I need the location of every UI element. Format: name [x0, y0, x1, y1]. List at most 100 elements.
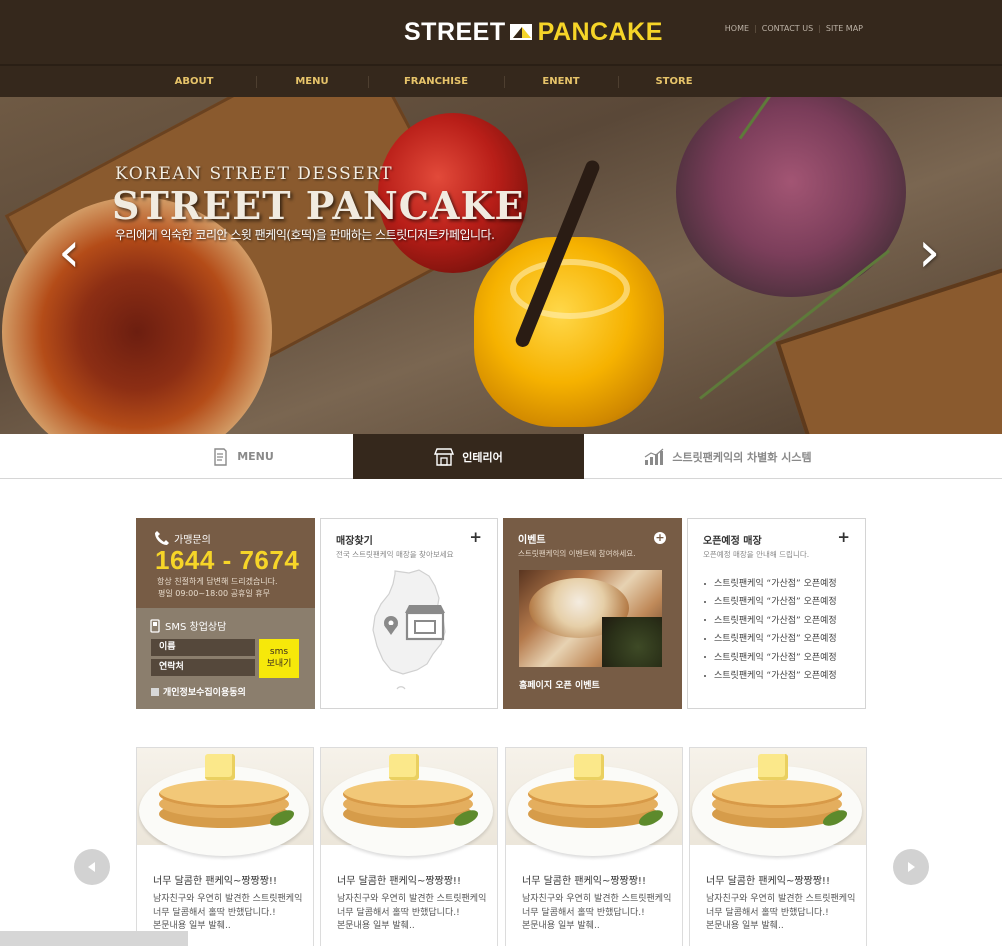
- bullet: [704, 619, 706, 622]
- list-item[interactable]: 스트릿팬케익 “가산점” 오픈예정: [704, 593, 837, 611]
- list-item-text: 스트릿팬케익 “가산점” 오픈예정: [714, 652, 837, 663]
- pancake-shape: [528, 780, 658, 808]
- store-finder-box[interactable]: 매장찾기 + 전국 스트릿팬케익 매장을 찾아보세요: [320, 518, 498, 709]
- sms-send-button[interactable]: sms 보내기: [259, 639, 299, 678]
- phone-hours: 평일 09:00~18:00 공휴일 휴무: [158, 589, 270, 598]
- privacy-checkbox[interactable]: [151, 687, 159, 696]
- hero-prev-arrow-icon[interactable]: ‹: [58, 225, 88, 285]
- bullet: [704, 674, 706, 677]
- review-card[interactable]: 너무 달콤한 팬케익~짱짱짱!! 남자친구와 우연히 발견한 스트릿팬케익 너무…: [689, 747, 867, 946]
- home-link[interactable]: HOME: [720, 24, 754, 33]
- tab-label: 인테리어: [462, 450, 503, 464]
- butter-shape: [574, 754, 604, 780]
- phone-label-text: 가맹문의: [174, 534, 211, 546]
- review-line: 너무 달콤해서 홀딱 반했답니다.!: [153, 907, 276, 918]
- site-map-link[interactable]: SITE MAP: [821, 24, 868, 33]
- hero-slider: KOREAN STREET DESSERT STREET PANCAKE 우리에…: [0, 97, 1002, 434]
- upcoming-title: 오픈예정 매장: [703, 536, 762, 547]
- leaves-shape: [602, 617, 662, 667]
- nav-event[interactable]: ENENT: [504, 66, 618, 97]
- list-item[interactable]: 스트릿팬케익 “가산점” 오픈예정: [704, 612, 837, 630]
- plus-icon[interactable]: +: [654, 532, 666, 544]
- pancake-image: [506, 748, 682, 856]
- sms-send-line1: sms: [269, 647, 289, 657]
- event-box[interactable]: 이벤트 + 스트릿팬케익의 이벤트에 참여하세요. 홈페이지 오픈 이벤트: [503, 518, 682, 709]
- review-title[interactable]: 너무 달콤한 팬케익~짱짱짱!!: [522, 872, 646, 887]
- plus-icon[interactable]: +: [837, 529, 850, 545]
- hero-next-arrow-icon[interactable]: ›: [918, 225, 948, 285]
- nav-franchise[interactable]: FRANCHISE: [368, 66, 504, 97]
- privacy-agree[interactable]: 개인정보수집이용동의: [151, 685, 246, 698]
- bullet: [704, 582, 706, 585]
- tab-label: 스트릿팬케익의 차별화 시스템: [672, 450, 812, 464]
- plus-icon[interactable]: +: [469, 529, 482, 545]
- pancake-image: [321, 748, 497, 856]
- horizontal-scrollbar[interactable]: [0, 931, 188, 946]
- contact-us-link[interactable]: CONTACT US: [757, 24, 818, 33]
- review-line: 남자친구와 우연히 발견한 스트릿팬케익: [706, 894, 856, 904]
- nav-menu[interactable]: MENU: [256, 66, 368, 97]
- logo-word-pancake: PANCAKE: [537, 17, 663, 46]
- logo[interactable]: STREET PANCAKE: [404, 16, 663, 48]
- event-image[interactable]: [519, 570, 662, 667]
- chart-icon: [644, 448, 664, 466]
- phone-note: 항상 친절하게 답변해 드리겠습니다.: [157, 577, 278, 586]
- pancake-image: [137, 748, 313, 856]
- butter-shape: [389, 754, 419, 780]
- review-title[interactable]: 너무 달콤한 팬케익~짱짱짱!!: [153, 872, 277, 887]
- list-item[interactable]: 스트릿팬케익 “가산점” 오픈예정: [704, 630, 837, 648]
- review-title[interactable]: 너무 달콤한 팬케익~짱짱짱!!: [706, 872, 830, 887]
- nav-store[interactable]: STORE: [618, 66, 730, 97]
- review-line: 남자친구와 우연히 발견한 스트릿팬케익: [337, 894, 487, 904]
- phone-icon: [155, 531, 169, 545]
- korea-map-icon: [372, 569, 446, 690]
- contact-field[interactable]: 연락처: [151, 659, 255, 676]
- butter-shape: [758, 754, 788, 780]
- hero-subtitle: KOREAN STREET DESSERT: [115, 164, 394, 184]
- store-finder-subtitle: 전국 스트릿팬케익 매장을 찾아보세요: [336, 550, 454, 559]
- review-card[interactable]: 너무 달콤한 팬케익~짱짱짱!! 남자친구와 우연히 발견한 스트릿팬케익 너무…: [505, 747, 683, 946]
- review-line: 본문내용 일부 발췌..: [522, 921, 600, 931]
- review-line: 본문내용 일부 발췌..: [706, 921, 784, 931]
- pancake-image: [690, 748, 866, 856]
- review-title[interactable]: 너무 달콤한 팬케익~짱짱짱!!: [337, 872, 461, 887]
- phone-label: 가맹문의: [154, 530, 211, 546]
- bullet: [704, 656, 706, 659]
- tab-label: MENU: [237, 450, 274, 463]
- bullet: [704, 600, 706, 603]
- utility-links: HOME | CONTACT US | SITE MAP: [720, 24, 868, 33]
- review-card[interactable]: 너무 달콤한 팬케익~짱짱짱!! 남자친구와 우연히 발견한 스트릿팬케익 너무…: [136, 747, 314, 946]
- nav-about[interactable]: ABOUT: [132, 66, 256, 97]
- list-item[interactable]: 스트릿팬케익 “가산점” 오픈예정: [704, 667, 837, 685]
- list-item-text: 스트릿팬케익 “가산점” 오픈예정: [714, 579, 837, 589]
- arrow-left-icon[interactable]: [74, 849, 110, 885]
- glass-image: [676, 97, 906, 297]
- event-caption[interactable]: 홈페이지 오픈 이벤트: [519, 678, 600, 691]
- upcoming-subtitle: 오픈예정 매장을 안내해 드립니다.: [703, 550, 810, 559]
- store-icon: [434, 447, 455, 466]
- store-finder-title: 매장찾기: [336, 536, 373, 547]
- tab-system[interactable]: 스트릿팬케익의 차별화 시스템: [584, 434, 872, 479]
- list-item[interactable]: 스트릿팬케익 “가산점” 오픈예정: [704, 649, 837, 667]
- pancake-shape: [159, 780, 289, 808]
- menu-book-icon: [211, 447, 229, 466]
- bullet: [704, 637, 706, 640]
- butter-shape: [205, 754, 235, 780]
- phone-area: 가맹문의 1644 - 7674 항상 친절하게 답변해 드리겠습니다. 평일 …: [136, 518, 315, 608]
- tab-menu[interactable]: MENU: [132, 434, 353, 479]
- hero-description: 우리에게 익숙한 코리안 스윗 팬케익(호떡)을 판매하는 스트릿디저트카페입니…: [115, 228, 495, 242]
- list-item-text: 스트릿팬케익 “가산점” 오픈예정: [714, 597, 837, 608]
- tab-interior[interactable]: 인테리어: [353, 434, 584, 479]
- review-card[interactable]: 너무 달콤한 팬케익~짱짱짱!! 남자친구와 우연히 발견한 스트릿팬케익 너무…: [320, 747, 498, 946]
- arrow-right-icon[interactable]: [893, 849, 929, 885]
- name-field[interactable]: 이름: [151, 639, 255, 656]
- list-item-text: 스트릿팬케익 “가산점” 오픈예정: [714, 671, 837, 682]
- list-item[interactable]: 스트릿팬케익 “가산점” 오픈예정: [704, 575, 837, 593]
- hero-title: STREET PANCAKE: [112, 183, 525, 228]
- review-line: 본문내용 일부 발췌..: [337, 921, 415, 931]
- event-title: 이벤트: [518, 535, 546, 546]
- mobile-icon: [150, 618, 160, 633]
- review-line: 너무 달콤해서 홀딱 반했답니다.!: [522, 907, 645, 918]
- upcoming-list: 스트릿팬케익 “가산점” 오픈예정 스트릿팬케익 “가산점” 오픈예정 스트릿팬…: [704, 575, 837, 685]
- franchise-contact-box: 가맹문의 1644 - 7674 항상 친절하게 답변해 드리겠습니다. 평일 …: [136, 518, 315, 709]
